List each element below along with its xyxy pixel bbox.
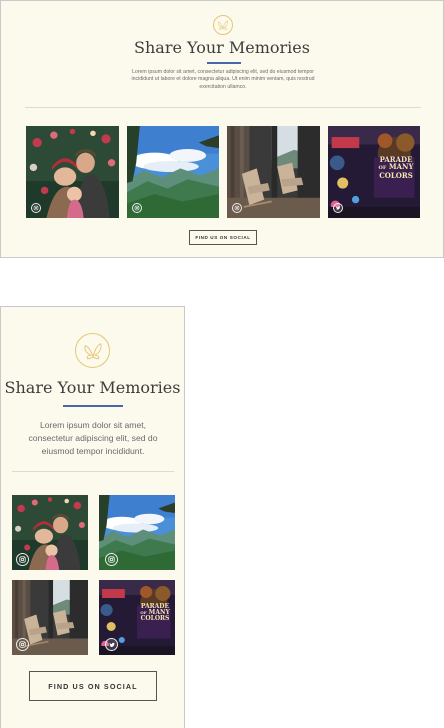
- photo-family-christmas[interactable]: [26, 126, 119, 218]
- photo-parade-of-many-colors[interactable]: PARADE OF MANY COLORS: [99, 580, 175, 655]
- title-accent-line: [207, 62, 241, 64]
- butterfly-icon: [75, 333, 110, 368]
- section-title: Share Your Memories: [4, 378, 181, 397]
- section-divider: [12, 471, 174, 472]
- twitter-icon[interactable]: [105, 638, 118, 651]
- instagram-icon[interactable]: [105, 553, 118, 566]
- photo-parade-of-many-colors[interactable]: PARADE OF MANY COLORS: [328, 126, 420, 218]
- photo-family-christmas[interactable]: [12, 495, 88, 570]
- section-title: Share Your Memories: [134, 38, 310, 57]
- photo-balcony-chairs[interactable]: [227, 126, 320, 218]
- instagram-icon[interactable]: [16, 553, 29, 566]
- find-us-on-social-button[interactable]: FIND US ON SOCIAL: [189, 230, 257, 245]
- instagram-icon[interactable]: [16, 638, 29, 651]
- butterfly-icon: [213, 15, 233, 35]
- photo-balcony-chairs[interactable]: [12, 580, 88, 655]
- parade-sign: PARADE OF MANY COLORS: [374, 156, 418, 179]
- twitter-icon[interactable]: [333, 203, 343, 213]
- desktop-memories-section: Share Your Memories Lorem ipsum dolor si…: [0, 0, 444, 258]
- parade-sign: PARADE OF MANY COLORS: [137, 604, 173, 622]
- photo-smoky-mountains[interactable]: [127, 126, 219, 218]
- instagram-icon[interactable]: [31, 203, 41, 213]
- section-description: Lorem ipsum dolor sit amet, consectetur …: [131, 69, 315, 90]
- photo-smoky-mountains[interactable]: [99, 495, 175, 570]
- sign-line: MANY: [388, 162, 414, 171]
- instagram-icon[interactable]: [232, 203, 242, 213]
- section-description: Lorem ipsum dolor sit amet, consectetur …: [28, 420, 158, 456]
- mobile-memories-section: Share Your Memories Lorem ipsum dolor si…: [0, 306, 185, 728]
- sign-line: COLORS: [140, 615, 170, 622]
- find-us-on-social-button[interactable]: FIND US ON SOCIAL: [29, 671, 157, 701]
- section-divider: [25, 107, 421, 108]
- instagram-icon[interactable]: [132, 203, 142, 213]
- title-accent-line: [63, 405, 123, 407]
- sign-line: COLORS: [379, 171, 413, 180]
